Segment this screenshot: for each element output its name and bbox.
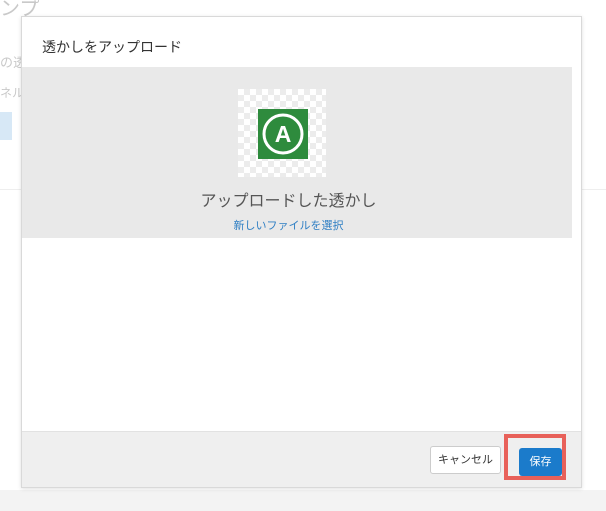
uploaded-watermark-label: アップロードした透かし bbox=[200, 191, 377, 210]
select-new-file-link[interactable]: 新しいファイルを選択 bbox=[22, 217, 555, 233]
background-button bbox=[0, 112, 12, 140]
watermark-logo-icon: A bbox=[262, 113, 304, 155]
dialog-footer: キャンセル 保存 bbox=[22, 431, 581, 487]
upload-watermark-dialog: 透かしをアップロード A アップロードした透かし 新しいファイルを選択 キャンセ… bbox=[21, 16, 582, 488]
save-button[interactable]: 保存 bbox=[519, 448, 562, 476]
background-footer bbox=[0, 490, 606, 511]
dialog-title: 透かしをアップロード bbox=[42, 40, 182, 56]
watermark-logo-letter: A bbox=[275, 121, 292, 147]
cancel-button[interactable]: キャンセル bbox=[430, 446, 501, 474]
watermark-preview: A bbox=[238, 89, 326, 177]
save-button-highlight: 保存 bbox=[504, 434, 566, 480]
watermark-logo: A bbox=[258, 109, 308, 159]
watermark-upload-area: A アップロードした透かし 新しいファイルを選択 bbox=[22, 67, 572, 238]
